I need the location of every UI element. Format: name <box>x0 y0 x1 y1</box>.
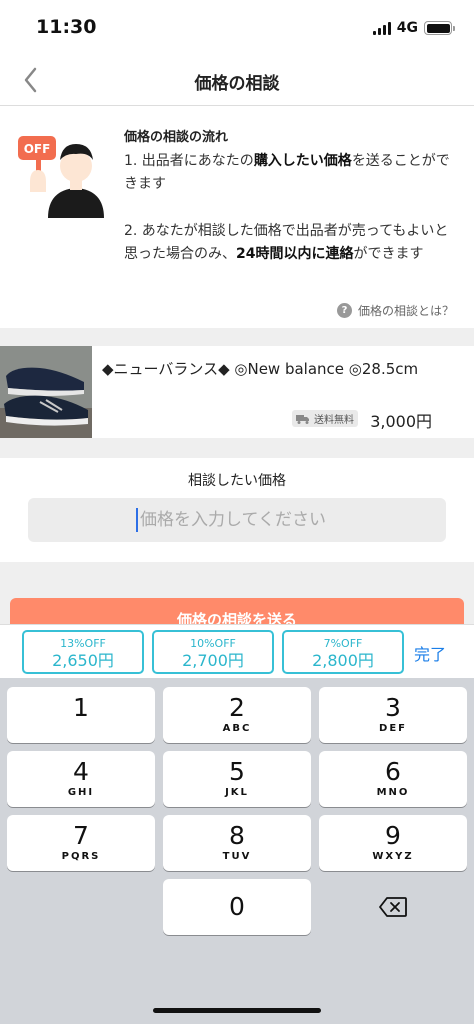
product-name: ◆ニューバランス◆ ◎New balance ◎28.5cm <box>102 360 419 378</box>
suggestion-chip[interactable]: 7%OFF 2,800円 <box>282 630 404 674</box>
key-digit: 0 <box>229 892 245 921</box>
page-title: 価格の相談 <box>194 74 280 94</box>
key-4[interactable]: 4 GHI <box>7 751 155 807</box>
key-letters: JKL <box>225 787 249 798</box>
section-divider <box>0 438 474 458</box>
flow-step-1: 1. 出品者にあなたの購入したい価格を送ることができます <box>124 153 450 192</box>
suggestion-price: 2,650円 <box>52 651 114 670</box>
key-2[interactable]: 2 ABC <box>163 687 311 743</box>
key-digit: 2 <box>229 693 245 722</box>
free-shipping-badge: 送料無料 <box>292 410 358 427</box>
key-9[interactable]: 9 WXYZ <box>319 815 467 871</box>
key-8[interactable]: 8 TUV <box>163 815 311 871</box>
suggestion-discount: 13%OFF <box>60 637 106 650</box>
suggestion-discount: 7%OFF <box>323 637 363 650</box>
key-digit: 1 <box>73 693 89 722</box>
key-digit: 4 <box>73 757 89 786</box>
numeric-keyboard: 1 2 ABC 3 DEF 4 GHI 5 JKL 6 MNO 7 PQRS 8 TUV 9W… <box>0 678 474 1024</box>
delete-key[interactable] <box>319 879 467 935</box>
negotiation-flow-section: OFF 価格の相談の流れ 1. 出品者にあなたの購入したい価格を送ることができま… <box>0 106 474 328</box>
suggestion-price: 2,800円 <box>312 651 374 670</box>
key-letters: PQRS <box>61 851 101 862</box>
key-1[interactable]: 1 <box>7 687 155 743</box>
text-cursor <box>136 508 138 532</box>
key-letters: MNO <box>376 787 410 798</box>
flow-step-2: 2. あなたが相談した価格で出品者が売ってもよいと思った場合のみ、24時間以内に… <box>124 223 449 262</box>
key-digit: 5 <box>229 757 245 786</box>
section-divider <box>0 328 474 346</box>
home-indicator <box>153 1008 321 1013</box>
status-time: 11:30 <box>36 16 97 38</box>
status-bar: 11:30 4G <box>0 0 474 54</box>
key-digit: 6 <box>385 757 401 786</box>
key-digit: 9 <box>385 821 401 850</box>
suggestion-chip[interactable]: 10%OFF 2,700円 <box>152 630 274 674</box>
navigation-bar: 価格の相談 <box>0 54 474 106</box>
key-digit: 3 <box>385 693 401 722</box>
backspace-icon <box>379 897 407 917</box>
price-suggestion-bar: 13%OFF 2,650円 10%OFF 2,700円 7%OFF 2,800円… <box>0 624 474 678</box>
suggestion-chip[interactable]: 13%OFF 2,650円 <box>22 630 144 674</box>
key-7[interactable]: 7 PQRS <box>7 815 155 871</box>
key-letters: WXYZ <box>372 851 414 862</box>
off-badge-text: OFF <box>24 142 51 156</box>
key-digit: 8 <box>229 821 245 850</box>
key-6[interactable]: 6 MNO <box>319 751 467 807</box>
product-price: 3,000円 <box>370 412 432 431</box>
help-link-label: 価格の相談とは？ <box>357 304 454 318</box>
network-type: 4G <box>396 20 418 36</box>
flow-title: 価格の相談の流れ <box>124 130 229 145</box>
truck-icon <box>296 414 309 424</box>
done-button[interactable]: 完了 <box>414 641 446 665</box>
offer-price-label: 相談したい価格 <box>188 473 286 489</box>
key-letters: TUV <box>222 851 252 862</box>
suggestion-price: 2,700円 <box>182 651 244 670</box>
what-is-price-negotiation-link[interactable]: ? 価格の相談とは？ <box>336 302 454 319</box>
key-3[interactable]: 3 DEF <box>319 687 467 743</box>
person-off-sign-illustration: OFF <box>18 136 104 218</box>
key-letters: DEF <box>379 723 407 734</box>
offer-price-input[interactable] <box>28 498 446 542</box>
cellular-signal-icon <box>372 21 391 35</box>
suggestion-discount: 10%OFF <box>190 637 236 650</box>
battery-icon <box>424 21 455 35</box>
status-indicators: 4G <box>372 20 455 36</box>
free-shipping-label: 送料無料 <box>314 415 354 426</box>
key-digit: 7 <box>73 821 89 850</box>
product-summary[interactable]: ◆ニューバランス◆ ◎New balance ◎28.5cm 送料無料 3,00… <box>0 346 474 438</box>
question-circle-icon: ? <box>336 303 352 318</box>
key-letters: ABC <box>222 723 252 734</box>
offer-price-section: 相談したい価格 <box>0 458 474 562</box>
key-5[interactable]: 5 JKL <box>163 751 311 807</box>
product-thumbnail <box>0 346 92 438</box>
key-0[interactable]: 0 <box>163 879 311 935</box>
key-letters: GHI <box>67 787 95 798</box>
